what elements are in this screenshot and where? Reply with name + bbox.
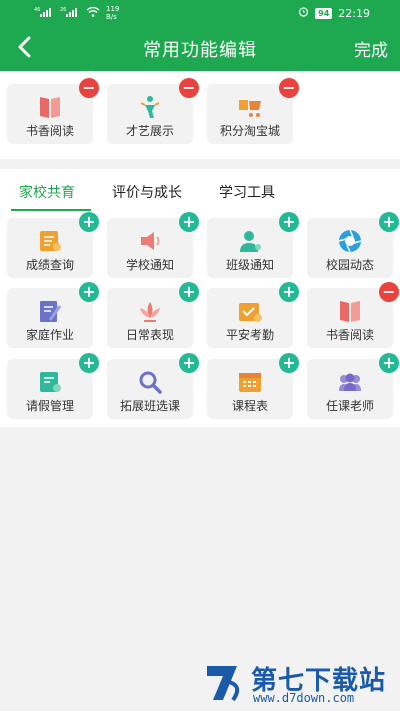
status-left: 46 26 119 B/s [34,5,119,21]
card-label: 班级通知 [225,258,274,272]
card-timetable[interactable]: 课程表 + [207,353,299,419]
watermark-url: www.d7down.com [253,691,355,705]
fav-label: 书香阅读 [25,124,74,138]
card-grade-query[interactable]: 成绩查询 + [7,212,99,278]
category-tabs: 家校共育 评价与成长 学习工具 [0,169,400,213]
fav-card-talent[interactable]: 才艺展示 − [107,78,199,144]
aperture-icon [338,229,362,253]
add-button[interactable]: + [279,212,299,232]
svg-text:46: 46 [34,7,40,13]
card-label: 家庭作业 [25,328,74,342]
svg-text:26: 26 [60,7,66,13]
report-icon [40,231,61,251]
remove-button[interactable]: − [379,282,399,302]
add-button[interactable]: + [179,353,199,373]
card-label: 成绩查询 [25,258,74,272]
page-title: 常用功能编辑 [143,40,257,61]
status-bar: 46 26 119 B/s 94 22:19 [0,0,400,24]
remove-button[interactable]: − [279,78,299,98]
card-school-notice[interactable]: 学校通知 + [107,212,199,278]
status-right: 94 22:19 [298,6,370,20]
alarm-icon [298,6,309,20]
fav-label: 积分淘宝城 [219,124,280,138]
calendar-grid-icon [239,373,261,392]
pen-paper-icon [40,301,62,322]
card-label: 书香阅读 [325,328,374,342]
battery-indicator: 94 [315,7,333,19]
section-divider [0,159,400,169]
book-icon [40,97,60,118]
add-button[interactable]: + [79,353,99,373]
functions-panel: 家校共育 评价与成长 学习工具 成绩查询 + 学校通知 + 班级通知 + 校园动… [0,169,400,427]
card-course-selection[interactable]: 拓展班选课 + [107,353,199,419]
card-label: 平安考勤 [225,328,274,342]
brand-logo-icon [207,666,240,702]
form-check-icon [40,372,61,392]
clock: 22:19 [338,6,370,20]
signal-icon-2: 26 [60,7,80,20]
tab-study-tools[interactable]: 学习工具 [219,182,275,202]
add-button[interactable]: + [279,353,299,373]
card-homework[interactable]: 家庭作业 + [7,282,99,348]
add-button[interactable]: + [179,212,199,232]
signal-icon: 46 [34,7,54,20]
title-bar: 常用功能编辑 完成 [0,26,400,70]
card-reading[interactable]: 书香阅读 − [307,282,399,348]
add-button[interactable]: + [179,282,199,302]
cart-icon [239,100,261,117]
remove-button[interactable]: − [79,78,99,98]
active-tab-indicator [11,209,91,211]
dancer-icon [140,96,160,118]
add-button[interactable]: + [379,353,399,373]
card-label: 请假管理 [25,399,74,413]
add-button[interactable]: + [79,212,99,232]
add-button[interactable]: + [379,212,399,232]
add-button[interactable]: + [79,282,99,302]
card-campus-news[interactable]: 校园动态 + [307,212,399,278]
add-button[interactable]: + [279,282,299,302]
fav-card-reading[interactable]: 书香阅读 − [7,78,99,144]
card-daily-performance[interactable]: 日常表现 + [107,282,199,348]
card-label: 任课老师 [325,399,374,413]
tab-home-school[interactable]: 家校共育 [19,182,75,202]
fav-card-points-mall[interactable]: 积分淘宝城 − [207,78,299,144]
watermark: 第七下载站 www.d7down.com [203,658,398,708]
card-label: 日常表现 [125,328,174,342]
speaker-icon [141,232,160,250]
group-icon [339,373,361,391]
favorites-panel: 书香阅读 − 才艺展示 − 积分淘宝城 − [0,71,400,159]
person-icon [240,231,261,252]
card-class-notice[interactable]: 班级通知 + [207,212,299,278]
fav-label: 才艺展示 [125,124,174,138]
card-label: 拓展班选课 [119,399,180,413]
card-label: 学校通知 [125,258,174,272]
net-speed: 119 B/s [106,5,120,21]
card-label: 课程表 [231,399,268,413]
card-teachers[interactable]: 任课老师 + [307,353,399,419]
wifi-icon [86,6,100,20]
app-header: 46 26 119 B/s 94 22:19 常用功能编辑 完成 [0,0,400,71]
book-icon [340,301,360,322]
tab-evaluation[interactable]: 评价与成长 [112,182,182,202]
card-leave-management[interactable]: 请假管理 + [7,353,99,419]
remove-button[interactable]: − [179,78,199,98]
search-icon [139,371,162,394]
lotus-icon [140,302,160,322]
card-label: 校园动态 [325,258,374,272]
calendar-check-icon [239,303,262,322]
card-attendance[interactable]: 平安考勤 + [207,282,299,348]
done-button[interactable]: 完成 [354,36,388,61]
